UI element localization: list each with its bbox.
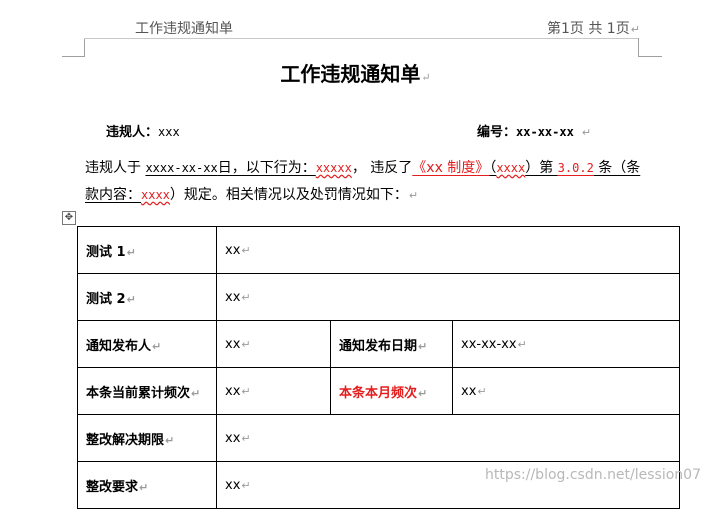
crop-mark-right-v — [638, 38, 639, 57]
table-label-cell[interactable]: 通知发布日期↵ — [330, 320, 453, 368]
table-row: 整改解决期限↵ xx↵ — [77, 414, 680, 462]
clause-content: xxxx — [141, 188, 170, 202]
header-right-text: 第1页 共 1页↵ — [547, 21, 640, 37]
table-value-cell[interactable]: xx↵ — [216, 226, 680, 274]
table-row: 测试 2↵ xx↵ — [77, 273, 680, 321]
table-row: 测试 1↵ xx↵ — [77, 226, 680, 274]
crop-mark-left-v — [84, 38, 85, 57]
table-label-cell[interactable]: 通知发布人↵ — [77, 320, 217, 368]
body-paragraph: 违规人于 xxxx-xx-xx日，以下行为：xxxxx， 违反了《xx 制度》（… — [85, 160, 641, 203]
table-label-cell[interactable]: 测试 1↵ — [77, 226, 217, 274]
violator-label: 违规人： — [106, 125, 159, 140]
clause-number: 3.0.2 — [557, 161, 594, 175]
table-label-cell-highlight[interactable]: 本条本月频次↵ — [330, 367, 453, 415]
header-left-text: 工作违规通知单 — [135, 21, 233, 37]
crop-mark-right-h — [638, 56, 662, 57]
paragraph-mark-icon: ↵ — [581, 126, 592, 139]
paragraph-mark-icon: ↵ — [630, 23, 640, 36]
table-label-cell[interactable]: 整改解决期限↵ — [77, 414, 217, 462]
table-label-cell[interactable]: 本条当前累计频次↵ — [77, 367, 217, 415]
number-value: xx-xx-xx — [516, 125, 574, 139]
paragraph-mark-icon: ↵ — [408, 189, 419, 202]
paragraph-mark-icon: ↵ — [421, 71, 431, 84]
table-value-cell[interactable]: xx↵ — [216, 320, 331, 368]
table-label-cell[interactable]: 测试 2↵ — [77, 273, 217, 321]
table-row: 本条当前累计频次↵ xx↵ 本条本月频次↵ xx↵ — [77, 367, 680, 415]
table-value-cell[interactable]: xx↵ — [452, 367, 680, 415]
table-value-cell[interactable]: xx↵ — [216, 414, 680, 462]
rule-code: xxxx — [496, 161, 526, 175]
table-move-handle-icon[interactable]: ✥ — [62, 211, 76, 225]
number-line: 编号：xx-xx-xx ↵ — [477, 121, 591, 140]
violation-behavior: xxxxx — [315, 161, 352, 175]
table-value-cell[interactable]: xx↵ — [216, 367, 331, 415]
table-label-cell[interactable]: 整改要求↵ — [77, 461, 217, 509]
violation-date: xxxx-xx-xx — [145, 161, 218, 175]
number-label: 编号： — [477, 125, 517, 140]
violator-value: xxx — [158, 125, 180, 139]
header-line — [84, 38, 638, 39]
watermark-text: https://blog.csdn.net/lession07 — [485, 467, 701, 483]
table-value-cell[interactable]: xx-xx-xx↵ — [452, 320, 680, 368]
document-title: 工作违规通知单↵ — [280, 62, 431, 86]
table-value-cell[interactable]: xx↵ — [216, 273, 680, 321]
table-row: 通知发布人↵ xx↵ 通知发布日期↵ xx-xx-xx↵ — [77, 320, 680, 368]
rule-name: 《xx 制度》 — [412, 160, 490, 176]
crop-mark-left-h — [62, 56, 84, 57]
violator-line: 违规人：xxx — [106, 121, 180, 140]
